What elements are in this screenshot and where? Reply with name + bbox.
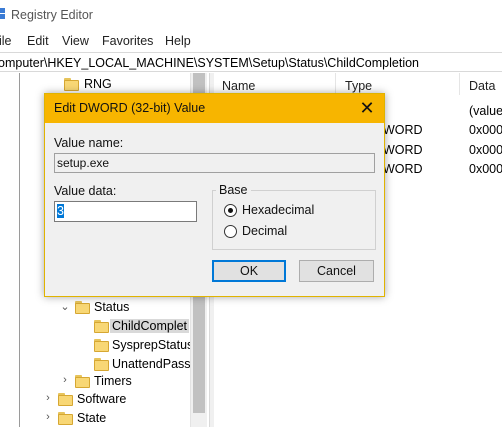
radio-decimal[interactable] [224, 225, 237, 238]
address-path[interactable]: omputer\HKEY_LOCAL_MACHINE\SYSTEM\Setup\… [0, 56, 419, 70]
ok-button[interactable]: OK [212, 260, 286, 282]
folder-icon [94, 358, 109, 371]
value-data-input[interactable]: 3 [54, 201, 197, 222]
chevron-down-icon[interactable]: ⌄ [60, 300, 70, 313]
radio-selected-dot [228, 208, 233, 213]
tree-item-label: Timers [94, 374, 132, 388]
tree-item-software[interactable]: › Software [43, 391, 190, 410]
row-3-data: 0x0000 [469, 143, 502, 157]
registry-editor-icon [0, 8, 6, 22]
folder-icon [58, 393, 73, 406]
chevron-right-icon[interactable]: › [43, 392, 53, 404]
column-header-name[interactable]: Name [222, 79, 255, 93]
value-name-label: Value name: [54, 136, 124, 150]
menu-view[interactable]: View [62, 34, 89, 48]
title-bar: Registry Editor [0, 0, 502, 30]
row-1-data: (value [469, 104, 502, 118]
tree-item-label: State [77, 411, 107, 425]
dialog-title-bar[interactable]: Edit DWORD (32-bit) Value ✕ [45, 94, 384, 123]
base-group-label: Base [216, 183, 251, 197]
value-data-text: 3 [57, 204, 64, 218]
dialog-title: Edit DWORD (32-bit) Value [54, 101, 206, 115]
tree-item-label: RNG [84, 77, 112, 91]
chevron-right-icon[interactable]: › [43, 411, 53, 423]
address-bar[interactable]: omputer\HKEY_LOCAL_MACHINE\SYSTEM\Setup\… [0, 52, 502, 72]
column-divider[interactable] [459, 73, 460, 95]
base-group-box [212, 190, 376, 250]
tree-item-label: SysprepStatus [112, 338, 194, 352]
column-header-data[interactable]: Data [469, 79, 495, 93]
tree-item-timers[interactable]: › Timers [60, 373, 190, 392]
menu-bar: ile Edit View Favorites Help [0, 32, 502, 52]
row-2-data: 0x0000 [469, 123, 502, 137]
tree-guide-line [19, 73, 20, 427]
window-title: Registry Editor [11, 8, 93, 22]
menu-file[interactable]: ile [0, 34, 12, 48]
radio-hexadecimal[interactable] [224, 204, 237, 217]
tree-item-label: ChildComplet [110, 319, 190, 333]
row-3-type: WORD [383, 143, 423, 157]
column-header-type[interactable]: Type [345, 79, 372, 93]
tree-item-state[interactable]: › State [43, 410, 190, 427]
cancel-button[interactable]: Cancel [299, 260, 374, 282]
folder-icon [64, 78, 79, 91]
edit-dword-dialog: Edit DWORD (32-bit) Value ✕ Value name: … [44, 93, 385, 297]
tree-item-sysprepstatus[interactable]: SysprepStatus [94, 337, 193, 356]
close-icon[interactable]: ✕ [350, 94, 384, 123]
row-4-type: WORD [383, 162, 423, 176]
menu-help[interactable]: Help [165, 34, 191, 48]
tree-item-label: UnattendPasse [112, 357, 198, 371]
chevron-right-icon[interactable]: › [60, 374, 70, 386]
folder-open-icon [75, 301, 90, 314]
tree-item-childcompletion[interactable]: ChildComplet [94, 318, 190, 337]
tree-item-status[interactable]: ⌄ Status [60, 299, 190, 318]
folder-icon [58, 412, 73, 425]
value-data-label: Value data: [54, 184, 117, 198]
value-name-field: setup.exe [54, 153, 375, 173]
radio-hexadecimal-label[interactable]: Hexadecimal [242, 203, 314, 217]
folder-icon [75, 375, 90, 388]
tree-item-label: Status [94, 300, 130, 314]
row-2-type: WORD [383, 123, 423, 137]
column-divider[interactable] [335, 73, 336, 95]
menu-edit[interactable]: Edit [27, 34, 49, 48]
folder-icon [94, 320, 109, 333]
folder-icon [94, 339, 109, 352]
tree-item-label: Software [77, 392, 127, 406]
row-4-data: 0x0000 [469, 162, 502, 176]
radio-decimal-label[interactable]: Decimal [242, 224, 287, 238]
menu-favorites[interactable]: Favorites [102, 34, 153, 48]
value-data-wrap: 3 [54, 201, 197, 222]
